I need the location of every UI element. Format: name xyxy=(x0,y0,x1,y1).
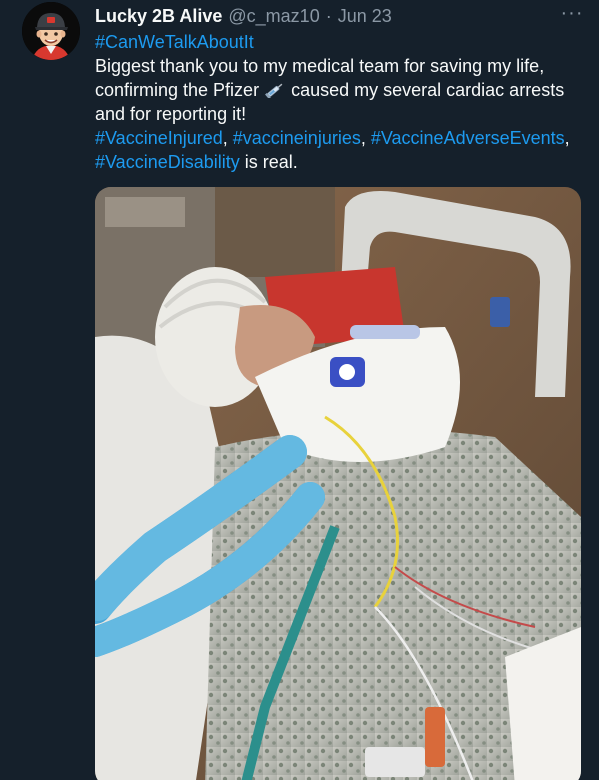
tweet-text-segment: confirming the Pfizer xyxy=(95,80,260,100)
hashtag-link[interactable]: #VaccineDisability xyxy=(95,152,240,172)
tweet-photo[interactable] xyxy=(95,187,581,780)
author-handle[interactable]: @c_maz10 xyxy=(228,4,319,28)
tweet-text-segment: caused my several cardiac arrests xyxy=(286,80,565,100)
tweet-line-3: confirming the Pfizer caused my several … xyxy=(95,78,580,102)
more-horizontal-icon[interactable]: ··· xyxy=(558,3,586,28)
tweet-line-2: Biggest thank you to my medical team for… xyxy=(95,56,545,76)
tweet-text: #CanWeTalkAboutIt Biggest thank you to m… xyxy=(95,30,580,174)
tweet-line-1: #CanWeTalkAboutIt xyxy=(95,30,580,54)
cartoon-avatar-icon xyxy=(22,2,80,60)
hashtag-link[interactable]: #VaccineInjured xyxy=(95,128,223,148)
hospital-bed-photo xyxy=(95,187,581,780)
syringe-icon xyxy=(265,83,283,98)
comma-separator: , xyxy=(222,128,233,148)
tweet-text-segment: is real. xyxy=(239,152,298,172)
header-separator: · xyxy=(325,6,332,26)
tweet: Lucky 2B Alive @c_maz10 · Jun 23 ··· #Ca… xyxy=(0,0,599,780)
hashtag-link[interactable]: #CanWeTalkAboutIt xyxy=(95,32,254,52)
author-display-name[interactable]: Lucky 2B Alive xyxy=(95,4,222,28)
tweet-date[interactable]: Jun 23 xyxy=(338,4,392,28)
hashtag-link[interactable]: #vaccineinjuries xyxy=(233,128,361,148)
tweet-header: Lucky 2B Alive @c_maz10 · Jun 23 xyxy=(95,4,392,28)
hashtag-link[interactable]: #VaccineAdverseEvents xyxy=(371,128,565,148)
author-avatar[interactable] xyxy=(22,2,80,60)
tweet-line-6: #VaccineDisability is real. xyxy=(95,150,580,174)
comma-separator: , xyxy=(564,128,570,148)
comma-separator: , xyxy=(360,128,371,148)
tweet-line-4: and for reporting it! xyxy=(95,104,247,124)
tweet-line-5: #VaccineInjured, #vaccineinjuries, #Vacc… xyxy=(95,126,580,150)
